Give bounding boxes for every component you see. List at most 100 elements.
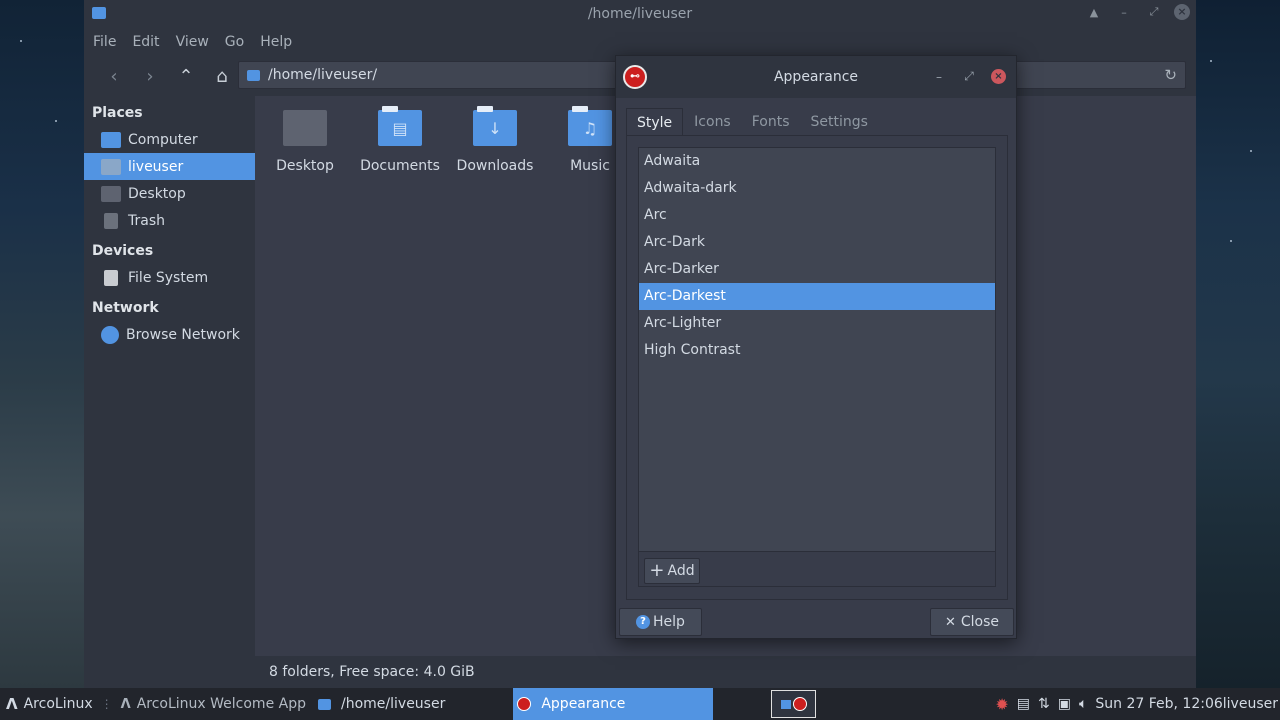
close-dialog-button[interactable]: × bbox=[991, 69, 1006, 84]
taskbar: Λ ArcoLinux ⋮ Λ ArcoLinux Welcome App /h… bbox=[0, 688, 1280, 720]
separator: ⋮ bbox=[100, 697, 113, 711]
clipboard-icon[interactable]: ▤ bbox=[1017, 696, 1030, 712]
close-window-button[interactable]: × bbox=[1174, 4, 1190, 20]
wallpaper-right bbox=[1196, 0, 1280, 688]
reload-icon[interactable]: ↻ bbox=[1164, 66, 1177, 84]
dialog-titlebar[interactable]: ⊷ Appearance – ⤢ × bbox=[616, 56, 1016, 98]
up-button[interactable]: ⌃ bbox=[168, 61, 204, 91]
theme-list-item[interactable]: High Contrast bbox=[639, 337, 995, 364]
dialog-title: Appearance bbox=[773, 69, 859, 85]
task-file-manager[interactable]: /home/liveuser bbox=[312, 688, 451, 720]
folder-icon bbox=[780, 699, 791, 709]
start-menu-button[interactable]: Λ ArcoLinux bbox=[0, 688, 99, 720]
back-button[interactable]: ‹ bbox=[96, 61, 132, 91]
file-manager-titlebar[interactable]: /home/liveuser ▲ – ⤢ × bbox=[84, 0, 1196, 28]
home-folder-icon bbox=[101, 158, 121, 175]
sidebar-item-liveuser[interactable]: liveuser bbox=[84, 153, 255, 180]
arcolinux-logo-icon: Λ bbox=[120, 696, 131, 712]
downloads-folder-icon: ↓ bbox=[473, 106, 517, 146]
sidebar-item-label: Desktop bbox=[128, 185, 186, 202]
style-panel: Adwaita Adwaita-dark Arc Arc-Dark Arc-Da… bbox=[626, 135, 1008, 600]
theme-list-item[interactable]: Adwaita bbox=[639, 148, 995, 175]
forward-button[interactable]: › bbox=[132, 61, 168, 91]
sidebar-item-trash[interactable]: Trash bbox=[84, 207, 255, 234]
folder-icon bbox=[318, 698, 331, 710]
folder-label: Documents bbox=[360, 158, 440, 174]
desktop-icon bbox=[101, 185, 121, 202]
folder-label: Music bbox=[570, 158, 610, 174]
start-label: ArcoLinux bbox=[23, 696, 93, 712]
folder-item-documents[interactable]: ▤ Documents bbox=[355, 106, 445, 174]
wallpaper-left bbox=[0, 0, 84, 688]
close-button[interactable]: ✕ Close bbox=[930, 608, 1014, 636]
theme-list-item[interactable]: Arc-Dark bbox=[639, 229, 995, 256]
folder-label: Downloads bbox=[456, 158, 534, 174]
clock[interactable]: Sun 27 Feb, 12:06 bbox=[1095, 696, 1222, 712]
theme-list-item[interactable]: Adwaita-dark bbox=[639, 175, 995, 202]
tab-style[interactable]: Style bbox=[626, 108, 684, 136]
sidebar-item-label: Browse Network bbox=[126, 326, 240, 343]
sidebar-item-label: Computer bbox=[128, 131, 198, 148]
theme-list-item[interactable]: Arc-Darker bbox=[639, 256, 995, 283]
menu-help[interactable]: Help bbox=[260, 34, 292, 50]
task-welcome-app[interactable]: Λ ArcoLinux Welcome App bbox=[115, 688, 312, 720]
sidebar-item-desktop[interactable]: Desktop bbox=[84, 180, 255, 207]
menu-view[interactable]: View bbox=[176, 34, 209, 50]
trash-icon bbox=[104, 212, 118, 229]
music-folder-icon: ♫ bbox=[568, 106, 612, 146]
theme-list-item[interactable]: Arc-Lighter bbox=[639, 310, 995, 337]
task-appearance[interactable]: Appearance bbox=[513, 688, 714, 720]
sidebar-item-browse-network[interactable]: Browse Network bbox=[84, 321, 255, 348]
folder-item-desktop[interactable]: Desktop bbox=[260, 110, 350, 174]
folder-item-downloads[interactable]: ↓ Downloads bbox=[450, 106, 540, 174]
home-button[interactable]: ⌂ bbox=[204, 61, 240, 91]
desktop-folder-icon bbox=[283, 110, 327, 146]
theme-list-item-selected[interactable]: Arc-Darkest bbox=[639, 283, 995, 310]
star bbox=[20, 40, 22, 42]
tab-bar: Style Icons Fonts Settings bbox=[626, 108, 879, 136]
tab-fonts[interactable]: Fonts bbox=[742, 108, 800, 136]
minimize-button[interactable]: – bbox=[1114, 6, 1134, 19]
screenshot-icon[interactable]: ▣ bbox=[1058, 696, 1071, 712]
system-tray: ✹ ▤ ⇅ ▣ 🔈︎ Sun 27 Feb, 12:06 liveuser bbox=[995, 688, 1280, 720]
network-icon[interactable]: ⇅ bbox=[1038, 696, 1050, 712]
network-header: Network bbox=[92, 300, 159, 316]
folder-icon bbox=[247, 69, 260, 81]
maximize-button[interactable]: ⤢ bbox=[1144, 5, 1164, 19]
volume-icon[interactable]: 🔈︎ bbox=[1079, 696, 1087, 712]
task-label: Appearance bbox=[541, 696, 626, 712]
workspace-pager[interactable] bbox=[771, 690, 816, 718]
add-theme-button[interactable]: + Add bbox=[644, 558, 700, 584]
location-path: /home/liveuser/ bbox=[268, 67, 378, 83]
globe-icon bbox=[101, 325, 119, 344]
folder-icon bbox=[92, 7, 106, 19]
user-name[interactable]: liveuser bbox=[1223, 696, 1278, 712]
maximize-button[interactable]: ⤢ bbox=[961, 69, 977, 84]
help-button[interactable]: ? Help bbox=[619, 608, 702, 636]
tab-settings[interactable]: Settings bbox=[801, 108, 878, 136]
shade-button[interactable]: ▲ bbox=[1084, 6, 1104, 19]
minimize-button[interactable]: – bbox=[931, 70, 947, 84]
documents-folder-icon: ▤ bbox=[378, 106, 422, 146]
add-label: Add bbox=[667, 563, 695, 579]
sidebar: Places Computer liveuser Desktop Trash D… bbox=[84, 96, 255, 656]
status-bar: 8 folders, Free space: 4.0 GiB bbox=[84, 656, 1196, 688]
menu-edit[interactable]: Edit bbox=[132, 34, 159, 50]
sidebar-item-label: Trash bbox=[128, 212, 165, 229]
devices-header: Devices bbox=[92, 243, 154, 259]
theme-list[interactable]: Adwaita Adwaita-dark Arc Arc-Dark Arc-Da… bbox=[638, 147, 996, 552]
bug-report-icon[interactable]: ✹ bbox=[995, 695, 1008, 714]
task-label: ArcoLinux Welcome App bbox=[136, 696, 306, 712]
tab-icons[interactable]: Icons bbox=[684, 108, 741, 136]
close-label: Close bbox=[960, 614, 1000, 630]
sidebar-item-label: liveuser bbox=[128, 158, 184, 175]
sidebar-item-computer[interactable]: Computer bbox=[84, 126, 255, 153]
star bbox=[1230, 240, 1232, 242]
menu-go[interactable]: Go bbox=[225, 34, 244, 50]
theme-list-item[interactable]: Arc bbox=[639, 202, 995, 229]
appearance-dialog: ⊷ Appearance – ⤢ × Style Icons Fonts Set… bbox=[615, 55, 1017, 639]
task-label: /home/liveuser bbox=[341, 696, 446, 712]
drive-icon bbox=[104, 269, 118, 286]
menu-file[interactable]: File bbox=[93, 34, 116, 50]
sidebar-item-file-system[interactable]: File System bbox=[84, 264, 255, 291]
